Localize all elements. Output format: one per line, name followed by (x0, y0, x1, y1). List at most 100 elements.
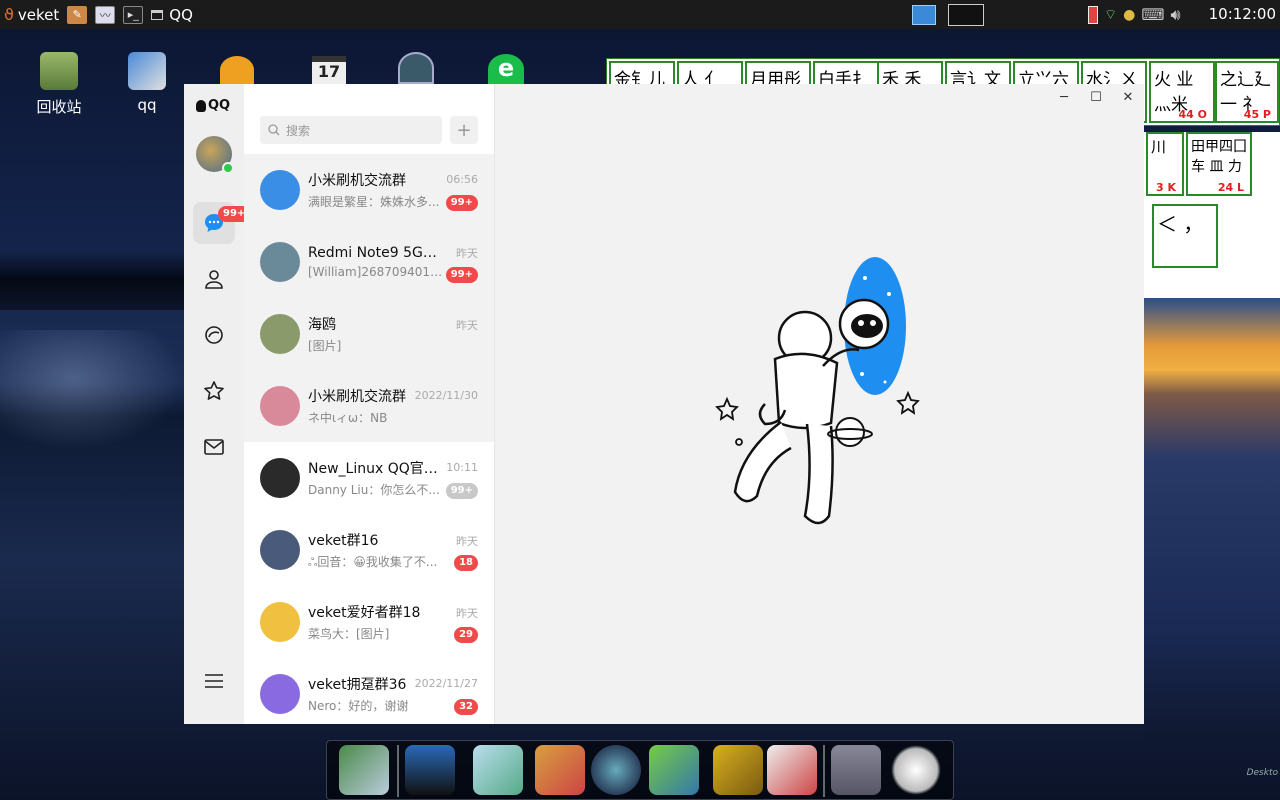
ime-key[interactable]: 川 3 K (1146, 132, 1184, 196)
window-icon (151, 9, 164, 20)
qq-penguin-icon (196, 99, 206, 112)
paint-palette-icon[interactable] (535, 745, 585, 795)
conversation-preview: 菜鸟大：[图片] (308, 627, 390, 641)
clock[interactable]: 10:12:00 (1209, 0, 1276, 29)
battery-icon[interactable] (1088, 5, 1098, 24)
unread-badge: 32 (454, 699, 478, 715)
unread-badge-wrap: 99+ (445, 266, 478, 283)
ime-key[interactable]: 火 业 灬米 44 O (1149, 61, 1215, 123)
gauge-app-icon[interactable] (398, 52, 434, 84)
system-monitor-icon[interactable]: 〰 (95, 5, 116, 24)
unread-badge-wrap: 99+ (445, 194, 478, 211)
conversation-row[interactable]: veket群16 昨天 ஃ回音：😀我收集了不... 18 (244, 514, 494, 586)
desktop-icon-recycle-bin[interactable]: 回收站 (24, 52, 94, 117)
unread-badge-wrap: 32 (454, 698, 478, 715)
ime-key-number: 45 P (1243, 108, 1271, 121)
conversation-row[interactable]: 小米刷机交流群 06:56 满眼是繁星：姝姝水多... 99+ (244, 154, 494, 226)
conversation-time: 10:11 (446, 461, 478, 474)
conversation-row[interactable]: 小米刷机交流群 2022/11/30 ネ中ιィω：NB (244, 370, 494, 442)
storage-icon[interactable]: ● (1123, 7, 1135, 23)
file-manager-icon[interactable] (339, 745, 389, 795)
qq-logo-text: QQ (208, 98, 231, 113)
conversation-avatar (260, 386, 300, 426)
maximize-button[interactable]: ☐ (1085, 90, 1107, 106)
desktop-wallpaper-trees (0, 250, 184, 310)
desktop-icon-label: 回收站 (36, 98, 82, 116)
application-dock (326, 740, 954, 800)
conversation-row[interactable]: New_Linux QQ官方... 10:11 Danny Liu：你怎么不... 9… (244, 442, 494, 514)
nav-contacts[interactable] (193, 258, 235, 300)
veket-logo-icon: ϑ (4, 5, 14, 24)
display-settings-icon[interactable] (405, 745, 455, 795)
drive-icon[interactable] (831, 745, 881, 795)
calendar-app-icon[interactable]: 17 (312, 56, 346, 84)
nav-mail[interactable] (193, 426, 235, 468)
unread-badge: 99+ (445, 483, 478, 499)
ime-panel-lower: 川 3 K 田甲四囗 车 皿 力 24 L ＜ ， (1144, 132, 1280, 298)
nav-zone[interactable] (193, 314, 235, 356)
app-menu-button[interactable]: ϑ veket (4, 0, 59, 29)
conversation-name: Redmi Note9 5G稳定... (308, 245, 448, 261)
desktop-icon-qq[interactable]: qq (112, 52, 182, 114)
conversation-row[interactable]: veket拥趸群36 2022/11/27 Nero：好的，谢谢 32 (244, 658, 494, 724)
conversation-preview: [图片] (308, 339, 342, 353)
unread-badge-wrap: 18 (454, 554, 478, 571)
conversation-time: 昨天 (456, 247, 478, 260)
conversation-preview: Danny Liu：你怎么不... (308, 483, 440, 497)
add-button[interactable]: + (450, 116, 478, 144)
star-icon (204, 381, 224, 400)
wifi-icon[interactable]: ⌔ (1104, 6, 1117, 24)
main-menu-button[interactable] (193, 660, 235, 702)
app-menu-label: veket (17, 5, 60, 24)
conversation-avatar (260, 674, 300, 714)
ime-key[interactable]: 田甲四囗 车 皿 力 24 L (1186, 132, 1252, 196)
volume-icon[interactable]: 🔊︎ (1170, 5, 1180, 25)
conversation-avatar (260, 602, 300, 642)
conversation-preview: Nero：好的，谢谢 (308, 699, 409, 713)
text-editor-icon[interactable] (473, 745, 523, 795)
taskbar-window-qq[interactable]: QQ (151, 0, 193, 29)
close-button[interactable]: ✕ (1117, 90, 1139, 106)
recycle-bin-icon (40, 52, 78, 90)
ime-key[interactable]: 之辶廴 一 礻 45 P (1215, 61, 1279, 123)
ime-key-text: 川 (1151, 138, 1167, 156)
presentation-icon[interactable] (767, 745, 817, 795)
conversation-avatar (260, 242, 300, 282)
zone-icon (205, 326, 223, 344)
desktop-wallpaper-sunset (1144, 298, 1280, 458)
conversation-time: 昨天 (456, 535, 478, 548)
conversation-row[interactable]: Redmi Note9 5G稳定... 昨天 [William]2687094017… (244, 226, 494, 298)
ime-key[interactable]: ＜ ， (1152, 204, 1218, 268)
contacts-book-icon[interactable] (713, 745, 763, 795)
top-panel: ϑ veket ✎ 〰 ▸_ QQ ⌔ ● ⌨ 🔊︎ 10:12:00 (0, 0, 1280, 29)
taskbar-window-label: QQ (169, 5, 193, 24)
conversation-preview: [William]2687094017... (308, 265, 448, 279)
desktop-switch-icon[interactable] (912, 4, 936, 25)
ime-key-text: ＜ ， (1157, 212, 1204, 236)
ime-key-number: 24 L (1217, 181, 1244, 194)
settings-gear-icon[interactable] (891, 745, 941, 795)
network-icon[interactable] (649, 745, 699, 795)
emoji-app-icon[interactable] (220, 56, 254, 84)
window-switch-icon[interactable] (948, 3, 984, 26)
mail-icon (204, 439, 224, 455)
qq-installer-icon (128, 52, 166, 90)
media-player-icon[interactable] (591, 745, 641, 795)
search-input[interactable]: 搜索 (260, 116, 442, 144)
user-avatar[interactable] (196, 136, 234, 174)
search-placeholder: 搜索 (286, 123, 311, 138)
conversation-row[interactable]: veket爱好者群18 昨天 菜鸟大：[图片] 29 (244, 586, 494, 658)
paint-tool-icon[interactable]: ✎ (67, 5, 88, 24)
keyboard-icon[interactable]: ⌨ (1141, 5, 1164, 24)
minimize-button[interactable]: ─ (1053, 90, 1075, 106)
conversation-preview: ネ中ιィω：NB (308, 411, 388, 425)
ime-key-number: 44 O (1178, 108, 1208, 121)
nav-favorites[interactable] (193, 370, 235, 412)
terminal-icon[interactable]: ▸_ (123, 5, 144, 24)
conversation-name: 小米刷机交流群 (308, 173, 406, 189)
conversation-name: New_Linux QQ官方... (308, 461, 448, 477)
qq-window: QQ 99+ 搜索 + 小米刷机交流群 06:56 满眼是繁星：姝姝水多... … (184, 84, 1144, 724)
unread-badge: 18 (454, 555, 478, 571)
browser-app-icon[interactable]: e (488, 54, 524, 84)
conversation-row[interactable]: 海鸥 昨天 [图片] (244, 298, 494, 370)
